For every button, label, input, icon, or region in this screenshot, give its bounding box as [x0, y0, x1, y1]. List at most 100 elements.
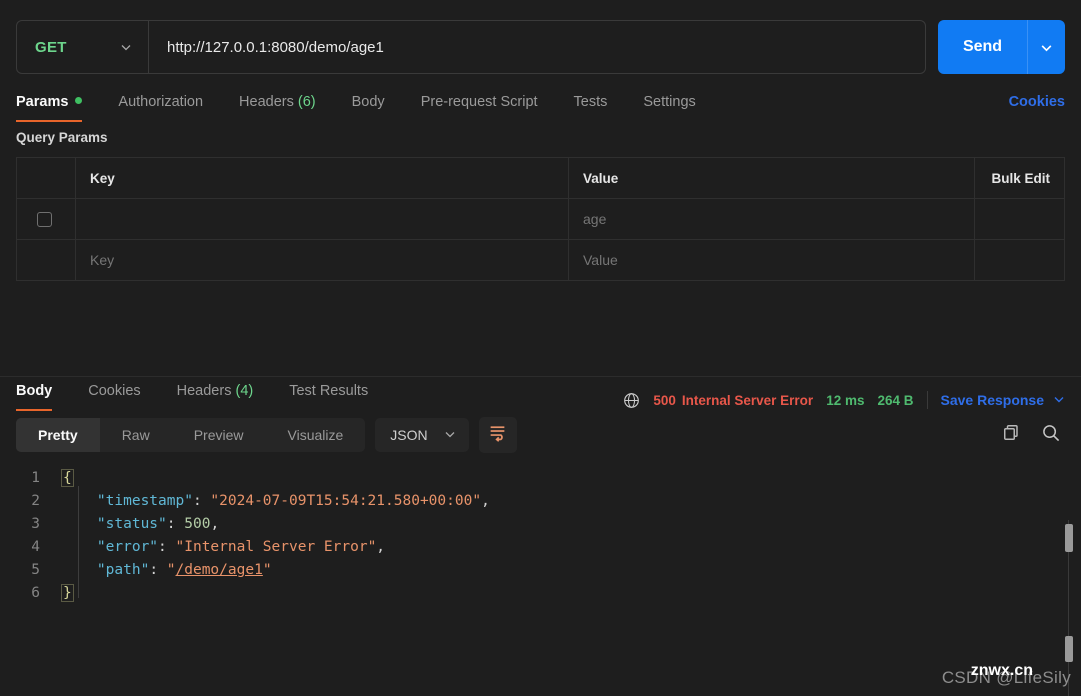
response-header: Body Cookies Headers (4) Test Results 50… — [0, 377, 1081, 411]
request-bar: GET http://127.0.0.1:8080/demo/age1 Send — [0, 0, 1081, 74]
tab-headers-count: (6) — [297, 94, 316, 110]
response-tab-headers-label: Headers — [176, 383, 232, 399]
view-mode-preview[interactable]: Preview — [172, 418, 266, 452]
view-mode-pretty[interactable]: Pretty — [16, 418, 100, 452]
tab-pre-request-script-label: Pre-request Script — [420, 94, 538, 110]
view-mode-raw[interactable]: Raw — [100, 418, 172, 452]
response-format-label: JSON — [390, 427, 428, 443]
tab-settings[interactable]: Settings — [625, 88, 713, 122]
row-key-input[interactable] — [75, 198, 569, 240]
http-method-dropdown[interactable]: GET — [17, 21, 149, 73]
request-tabs: Params Authorization Headers (6) Body Pr… — [16, 88, 714, 122]
line-number: 4 — [31, 539, 40, 555]
row-value-input[interactable]: Value — [568, 239, 975, 281]
json-value-error: "Internal Server Error" — [175, 539, 377, 555]
response-tab-body[interactable]: Body — [16, 377, 70, 411]
send-button-label: Send — [962, 38, 1003, 55]
json-key-path: "path" — [96, 562, 150, 578]
tab-body[interactable]: Body — [334, 88, 403, 122]
response-body-code[interactable]: 1 { 2 "timestamp": "2024-07-09T15:54:21.… — [0, 467, 1081, 605]
response-size: 264 B — [877, 392, 914, 408]
indent-guide — [78, 486, 79, 598]
json-key-timestamp: "timestamp" — [96, 493, 193, 509]
response-tab-headers[interactable]: Headers (4) — [159, 377, 272, 411]
meta-divider — [926, 391, 928, 409]
response-tab-headers-count: (4) — [235, 383, 254, 399]
tab-settings-label: Settings — [643, 94, 696, 110]
response-format-dropdown[interactable]: JSON — [375, 418, 469, 452]
tab-params[interactable]: Params — [16, 88, 100, 122]
cookies-link[interactable]: Cookies — [1009, 88, 1065, 110]
copy-icon[interactable] — [1002, 423, 1021, 447]
header-value: Value — [568, 157, 975, 199]
json-key-status: "status" — [96, 516, 167, 532]
view-mode-group: Pretty Raw Preview Visualize JSON — [16, 417, 517, 453]
tab-headers-label: Headers — [239, 94, 294, 110]
tab-tests-label: Tests — [573, 94, 608, 110]
close-brace: } — [61, 584, 74, 602]
request-tabs-row: Params Authorization Headers (6) Body Pr… — [0, 88, 1081, 122]
code-line: 1 { — [16, 467, 1081, 490]
tab-authorization-label: Authorization — [118, 94, 204, 110]
response-tab-cookies-label: Cookies — [88, 383, 141, 399]
code-text: } — [61, 582, 74, 605]
response-time: 12 ms — [826, 392, 865, 408]
chevron-down-icon — [120, 41, 132, 53]
globe-icon — [623, 392, 640, 409]
url-group: GET http://127.0.0.1:8080/demo/age1 — [16, 20, 926, 74]
line-number: 3 — [31, 516, 40, 532]
response-tab-cookies[interactable]: Cookies — [70, 377, 158, 411]
tab-params-label: Params — [16, 94, 69, 110]
row-value-input[interactable]: age — [568, 198, 975, 240]
response-tab-test-results[interactable]: Test Results — [271, 377, 386, 411]
table-header-row: Key Value Bulk Edit — [16, 157, 1065, 199]
query-params-table-wrap: Key Value Bulk Edit age Key Value — [0, 145, 1081, 281]
response-tab-body-label: Body — [16, 383, 53, 399]
json-value-path: "/demo/age1" — [166, 562, 272, 578]
body-scrollbar-thumb-secondary[interactable] — [1065, 636, 1073, 662]
view-mode-segmented-control: Pretty Raw Preview Visualize — [16, 418, 366, 452]
params-modified-dot-icon — [75, 97, 83, 104]
tab-pre-request-script[interactable]: Pre-request Script — [403, 88, 556, 122]
header-key: Key — [75, 157, 569, 199]
header-checkbox-cell — [16, 157, 76, 199]
response-tabs: Body Cookies Headers (4) Test Results — [16, 377, 386, 411]
bulk-edit-button[interactable]: Bulk Edit — [974, 157, 1065, 199]
watermark-csdn: CSDN @LifeSily — [941, 668, 1071, 687]
code-line: 4 "error": "Internal Server Error", — [16, 536, 1081, 559]
body-scrollbar-thumb[interactable] — [1065, 524, 1073, 552]
send-button[interactable]: Send — [938, 20, 1065, 74]
row-enable-checkbox[interactable] — [37, 211, 52, 227]
url-input[interactable]: http://127.0.0.1:8080/demo/age1 — [149, 21, 925, 73]
row-key-input[interactable]: Key — [75, 239, 569, 281]
table-row: age — [16, 198, 1065, 240]
code-line: 6 } — [16, 582, 1081, 605]
response-body-toolbar: Pretty Raw Preview Visualize JSON — [0, 411, 1081, 453]
save-response-button[interactable]: Save Response — [941, 392, 1066, 408]
watermark-znwx: znwx.cn — [970, 662, 1033, 679]
wrap-lines-button[interactable] — [478, 417, 517, 453]
line-number: 2 — [31, 493, 40, 509]
line-number: 1 — [31, 470, 40, 486]
json-key-error: "error" — [96, 539, 159, 555]
code-text: "status": 500, — [96, 516, 220, 532]
send-options-chevron-icon[interactable] — [1027, 20, 1065, 74]
query-params-table: Key Value Bulk Edit age Key Value — [16, 157, 1065, 281]
row-checkbox-cell — [16, 239, 76, 281]
http-method-label: GET — [35, 38, 67, 56]
bulk-edit-label: Bulk Edit — [991, 170, 1050, 186]
tab-tests[interactable]: Tests — [556, 88, 626, 122]
path-link[interactable]: /demo/age1 — [176, 562, 263, 578]
row-actions-cell — [974, 239, 1065, 281]
search-icon[interactable] — [1041, 423, 1061, 448]
tab-headers[interactable]: Headers (6) — [221, 88, 334, 122]
json-value-status: 500 — [184, 516, 211, 532]
query-params-title: Query Params — [16, 130, 108, 145]
view-mode-visualize[interactable]: Visualize — [266, 418, 366, 452]
code-text: "error": "Internal Server Error", — [96, 539, 386, 555]
tab-authorization[interactable]: Authorization — [100, 88, 221, 122]
status-code: 500 — [653, 392, 676, 408]
code-line: 5 "path": "/demo/age1" — [16, 559, 1081, 582]
chevron-down-icon — [1053, 392, 1065, 408]
response-tab-test-results-label: Test Results — [289, 383, 369, 399]
